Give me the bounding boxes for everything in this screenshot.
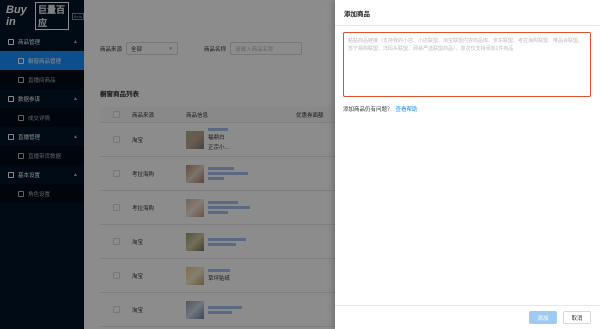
drawer-title: 添加商品 [335,0,600,26]
help-link[interactable]: 查看帮助 [396,107,418,113]
add-button[interactable]: 添加 [529,311,557,324]
help-text: 添加商品仍有问题？ 查看帮助 [343,107,418,113]
add-product-drawer: 添加商品 粘贴商品链接（支持我的小店、小店联盟、淘宝联盟内容商品库、京东联盟、考… [335,0,600,329]
drawer-footer: 添加 取消 [335,305,600,329]
product-link-textarea[interactable]: 粘贴商品链接（支持我的小店、小店联盟、淘宝联盟内容商品库、京东联盟、考拉海购联盟… [343,32,591,97]
cancel-button[interactable]: 取消 [563,311,591,324]
